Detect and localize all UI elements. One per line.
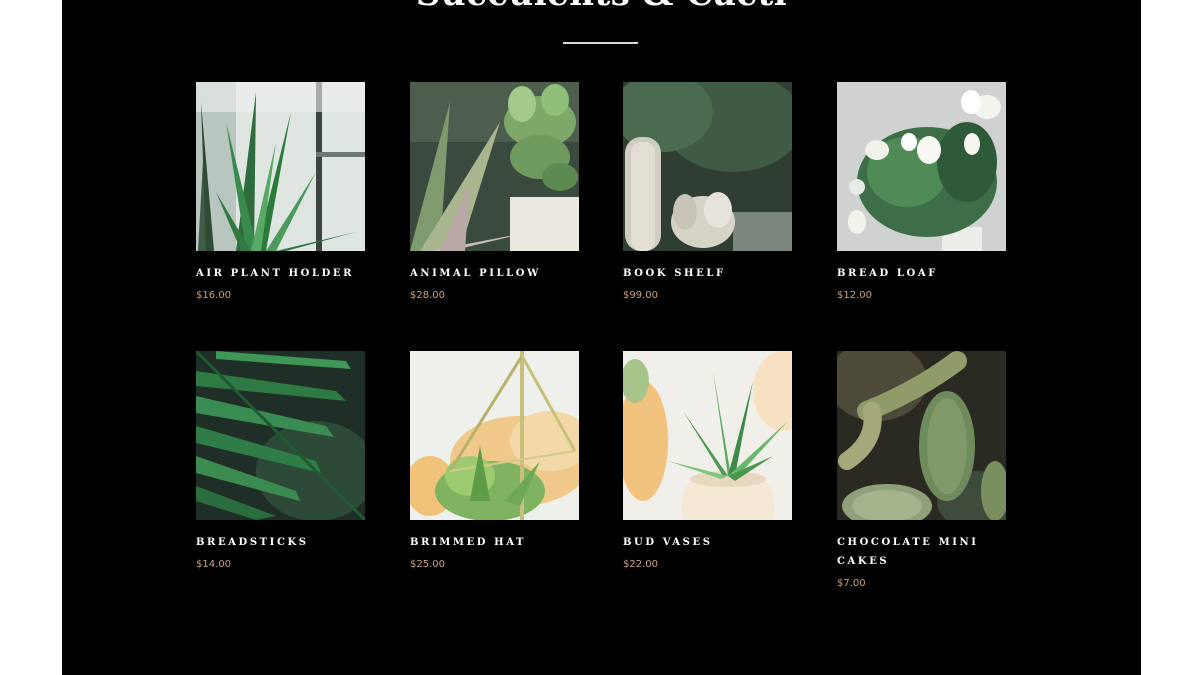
product-name[interactable]: BREAD LOAF (837, 264, 1007, 283)
product-image[interactable] (837, 82, 1006, 251)
section-title: Succulents & Cacti (62, 0, 1141, 14)
product-name[interactable]: BOOK SHELF (623, 264, 793, 283)
product-name[interactable]: ANIMAL PILLOW (410, 264, 580, 283)
product-price: $14.00 (196, 559, 231, 570)
product-card[interactable]: BREAD LOAF $12.00 (837, 82, 1007, 303)
product-name[interactable]: CHOCOLATE MINI CAKES (837, 533, 1007, 571)
product-price: $7.00 (837, 578, 866, 589)
title-divider (563, 42, 638, 44)
product-card[interactable]: BUD VASES $22.00 (623, 351, 793, 572)
product-image[interactable] (196, 351, 365, 520)
product-price: $99.00 (623, 290, 658, 301)
product-name[interactable]: AIR PLANT HOLDER (196, 264, 366, 283)
product-price: $22.00 (623, 559, 658, 570)
product-card[interactable]: BRIMMED HAT $25.00 (410, 351, 580, 572)
product-section: Succulents & Cacti (62, 0, 1141, 675)
product-price: $16.00 (196, 290, 231, 301)
product-card[interactable]: ANIMAL PILLOW $28.00 (410, 82, 580, 303)
product-price: $25.00 (410, 559, 445, 570)
product-price: $28.00 (410, 290, 445, 301)
product-name[interactable]: BREADSTICKS (196, 533, 366, 552)
product-image[interactable] (623, 351, 792, 520)
product-card[interactable]: CHOCOLATE MINI CAKES $7.00 (837, 351, 1007, 591)
product-card[interactable]: BOOK SHELF $99.00 (623, 82, 793, 303)
product-name[interactable]: BUD VASES (623, 533, 793, 552)
product-image[interactable] (410, 82, 579, 251)
product-image[interactable] (196, 82, 365, 251)
product-card[interactable]: BREADSTICKS $14.00 (196, 351, 366, 572)
product-card[interactable]: AIR PLANT HOLDER $16.00 (196, 82, 366, 303)
product-name[interactable]: BRIMMED HAT (410, 533, 580, 552)
product-price: $12.00 (837, 290, 872, 301)
product-image[interactable] (837, 351, 1006, 520)
product-image[interactable] (410, 351, 579, 520)
product-image[interactable] (623, 82, 792, 251)
page: Succulents & Cacti (0, 0, 1200, 675)
